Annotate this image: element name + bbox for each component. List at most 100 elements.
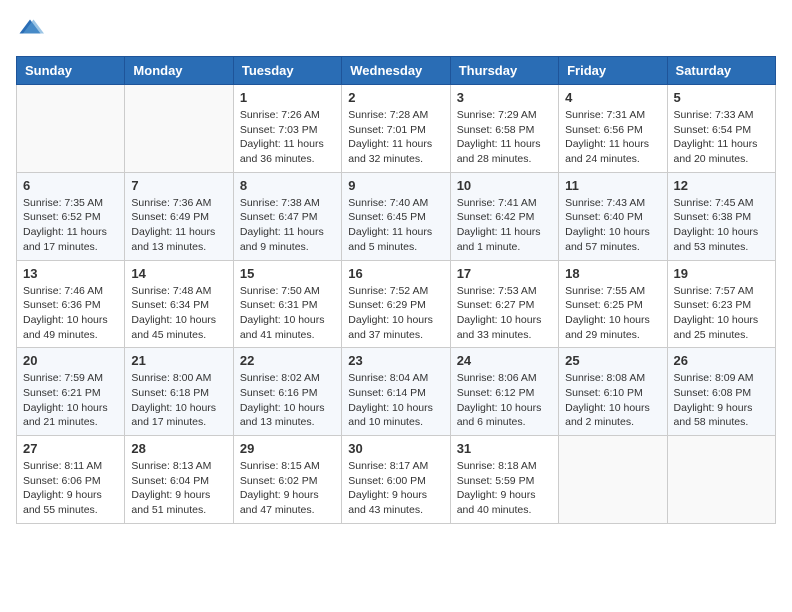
calendar-cell: 12 Sunrise: 7:45 AM Sunset: 6:38 PM Dayli… [667,172,775,260]
day-info: Sunrise: 7:52 AM Sunset: 6:29 PM Dayligh… [348,284,443,343]
day-number: 10 [457,178,552,193]
calendar-cell: 26 Sunrise: 8:09 AM Sunset: 6:08 PM Dayli… [667,348,775,436]
day-number: 23 [348,353,443,368]
day-number: 7 [131,178,226,193]
day-info: Sunrise: 7:33 AM Sunset: 6:54 PM Dayligh… [674,108,769,167]
day-info: Sunrise: 7:46 AM Sunset: 6:36 PM Dayligh… [23,284,118,343]
day-info: Sunrise: 8:17 AM Sunset: 6:00 PM Dayligh… [348,459,443,518]
day-info: Sunrise: 7:31 AM Sunset: 6:56 PM Dayligh… [565,108,660,167]
day-info: Sunrise: 8:11 AM Sunset: 6:06 PM Dayligh… [23,459,118,518]
calendar-cell: 24Sunrise: 8:06 AM Sunset: 6:12 PM Dayli… [450,348,558,436]
day-number: 3 [457,90,552,105]
calendar-week-row: 13 Sunrise: 7:46 AM Sunset: 6:36 PM Dayli… [17,260,776,348]
calendar-cell: 11Sunrise: 7:43 AM Sunset: 6:40 PM Dayli… [559,172,667,260]
calendar-cell: 20 Sunrise: 7:59 AM Sunset: 6:21 PM Dayli… [17,348,125,436]
weekday-header-saturday: Saturday [667,57,775,85]
day-number: 31 [457,441,552,456]
weekday-header-monday: Monday [125,57,233,85]
calendar-cell: 8 Sunrise: 7:38 AM Sunset: 6:47 PM Daylig… [233,172,341,260]
day-info: Sunrise: 7:41 AM Sunset: 6:42 PM Dayligh… [457,196,552,255]
day-info: Sunrise: 7:40 AM Sunset: 6:45 PM Dayligh… [348,196,443,255]
calendar-cell: 17Sunrise: 7:53 AM Sunset: 6:27 PM Dayli… [450,260,558,348]
day-number: 12 [674,178,769,193]
calendar-cell [667,436,775,524]
day-number: 25 [565,353,660,368]
calendar-cell: 5 Sunrise: 7:33 AM Sunset: 6:54 PM Daylig… [667,85,775,173]
day-number: 8 [240,178,335,193]
calendar-cell: 3 Sunrise: 7:29 AM Sunset: 6:58 PM Daylig… [450,85,558,173]
day-info: Sunrise: 8:06 AM Sunset: 6:12 PM Dayligh… [457,371,552,430]
day-info: Sunrise: 7:35 AM Sunset: 6:52 PM Dayligh… [23,196,118,255]
day-number: 5 [674,90,769,105]
day-info: Sunrise: 8:18 AM Sunset: 5:59 PM Dayligh… [457,459,552,518]
day-info: Sunrise: 8:08 AM Sunset: 6:10 PM Dayligh… [565,371,660,430]
day-number: 22 [240,353,335,368]
calendar-cell: 7Sunrise: 7:36 AM Sunset: 6:49 PM Daylig… [125,172,233,260]
weekday-header-row: SundayMondayTuesdayWednesdayThursdayFrid… [17,57,776,85]
calendar-cell: 21 Sunrise: 8:00 AM Sunset: 6:18 PM Dayli… [125,348,233,436]
day-info: Sunrise: 7:57 AM Sunset: 6:23 PM Dayligh… [674,284,769,343]
day-number: 1 [240,90,335,105]
calendar-cell: 23 Sunrise: 8:04 AM Sunset: 6:14 PM Dayli… [342,348,450,436]
day-info: Sunrise: 7:45 AM Sunset: 6:38 PM Dayligh… [674,196,769,255]
calendar-week-row: 27Sunrise: 8:11 AM Sunset: 6:06 PM Dayli… [17,436,776,524]
day-number: 2 [348,90,443,105]
day-info: Sunrise: 7:26 AM Sunset: 7:03 PM Dayligh… [240,108,335,167]
calendar-table: SundayMondayTuesdayWednesdayThursdayFrid… [16,56,776,524]
calendar-cell: 4 Sunrise: 7:31 AM Sunset: 6:56 PM Daylig… [559,85,667,173]
weekday-header-thursday: Thursday [450,57,558,85]
weekday-header-wednesday: Wednesday [342,57,450,85]
day-number: 29 [240,441,335,456]
day-number: 19 [674,266,769,281]
day-number: 14 [131,266,226,281]
day-number: 13 [23,266,118,281]
weekday-header-friday: Friday [559,57,667,85]
day-number: 16 [348,266,443,281]
calendar-cell: 1 Sunrise: 7:26 AM Sunset: 7:03 PM Daylig… [233,85,341,173]
day-info: Sunrise: 8:09 AM Sunset: 6:08 PM Dayligh… [674,371,769,430]
calendar-cell: 13 Sunrise: 7:46 AM Sunset: 6:36 PM Dayli… [17,260,125,348]
day-info: Sunrise: 7:55 AM Sunset: 6:25 PM Dayligh… [565,284,660,343]
calendar-cell: 16 Sunrise: 7:52 AM Sunset: 6:29 PM Dayli… [342,260,450,348]
day-number: 21 [131,353,226,368]
day-info: Sunrise: 7:53 AM Sunset: 6:27 PM Dayligh… [457,284,552,343]
day-number: 20 [23,353,118,368]
day-info: Sunrise: 7:38 AM Sunset: 6:47 PM Dayligh… [240,196,335,255]
day-info: Sunrise: 7:50 AM Sunset: 6:31 PM Dayligh… [240,284,335,343]
day-number: 26 [674,353,769,368]
day-info: Sunrise: 7:28 AM Sunset: 7:01 PM Dayligh… [348,108,443,167]
calendar-cell [17,85,125,173]
calendar-week-row: 20 Sunrise: 7:59 AM Sunset: 6:21 PM Dayli… [17,348,776,436]
day-number: 9 [348,178,443,193]
calendar-cell: 18 Sunrise: 7:55 AM Sunset: 6:25 PM Dayli… [559,260,667,348]
page-header [16,16,776,44]
calendar-cell: 15 Sunrise: 7:50 AM Sunset: 6:31 PM Dayli… [233,260,341,348]
calendar-cell: 19 Sunrise: 7:57 AM Sunset: 6:23 PM Dayli… [667,260,775,348]
day-number: 28 [131,441,226,456]
calendar-cell: 10 Sunrise: 7:41 AM Sunset: 6:42 PM Dayli… [450,172,558,260]
day-info: Sunrise: 8:04 AM Sunset: 6:14 PM Dayligh… [348,371,443,430]
calendar-cell: 30 Sunrise: 8:17 AM Sunset: 6:00 PM Dayli… [342,436,450,524]
calendar-cell: 14Sunrise: 7:48 AM Sunset: 6:34 PM Dayli… [125,260,233,348]
day-number: 4 [565,90,660,105]
day-info: Sunrise: 7:29 AM Sunset: 6:58 PM Dayligh… [457,108,552,167]
day-number: 30 [348,441,443,456]
day-number: 15 [240,266,335,281]
day-number: 6 [23,178,118,193]
calendar-cell: 31 Sunrise: 8:18 AM Sunset: 5:59 PM Dayli… [450,436,558,524]
day-info: Sunrise: 7:59 AM Sunset: 6:21 PM Dayligh… [23,371,118,430]
day-number: 18 [565,266,660,281]
day-info: Sunrise: 8:13 AM Sunset: 6:04 PM Dayligh… [131,459,226,518]
calendar-week-row: 1 Sunrise: 7:26 AM Sunset: 7:03 PM Daylig… [17,85,776,173]
calendar-cell: 25 Sunrise: 8:08 AM Sunset: 6:10 PM Dayli… [559,348,667,436]
logo [16,16,48,44]
calendar-cell: 28 Sunrise: 8:13 AM Sunset: 6:04 PM Dayli… [125,436,233,524]
weekday-header-sunday: Sunday [17,57,125,85]
day-info: Sunrise: 8:15 AM Sunset: 6:02 PM Dayligh… [240,459,335,518]
calendar-cell: 2 Sunrise: 7:28 AM Sunset: 7:01 PM Daylig… [342,85,450,173]
calendar-cell: 9 Sunrise: 7:40 AM Sunset: 6:45 PM Daylig… [342,172,450,260]
calendar-cell: 27Sunrise: 8:11 AM Sunset: 6:06 PM Dayli… [17,436,125,524]
logo-icon [16,16,44,44]
calendar-cell: 6 Sunrise: 7:35 AM Sunset: 6:52 PM Daylig… [17,172,125,260]
day-info: Sunrise: 8:00 AM Sunset: 6:18 PM Dayligh… [131,371,226,430]
